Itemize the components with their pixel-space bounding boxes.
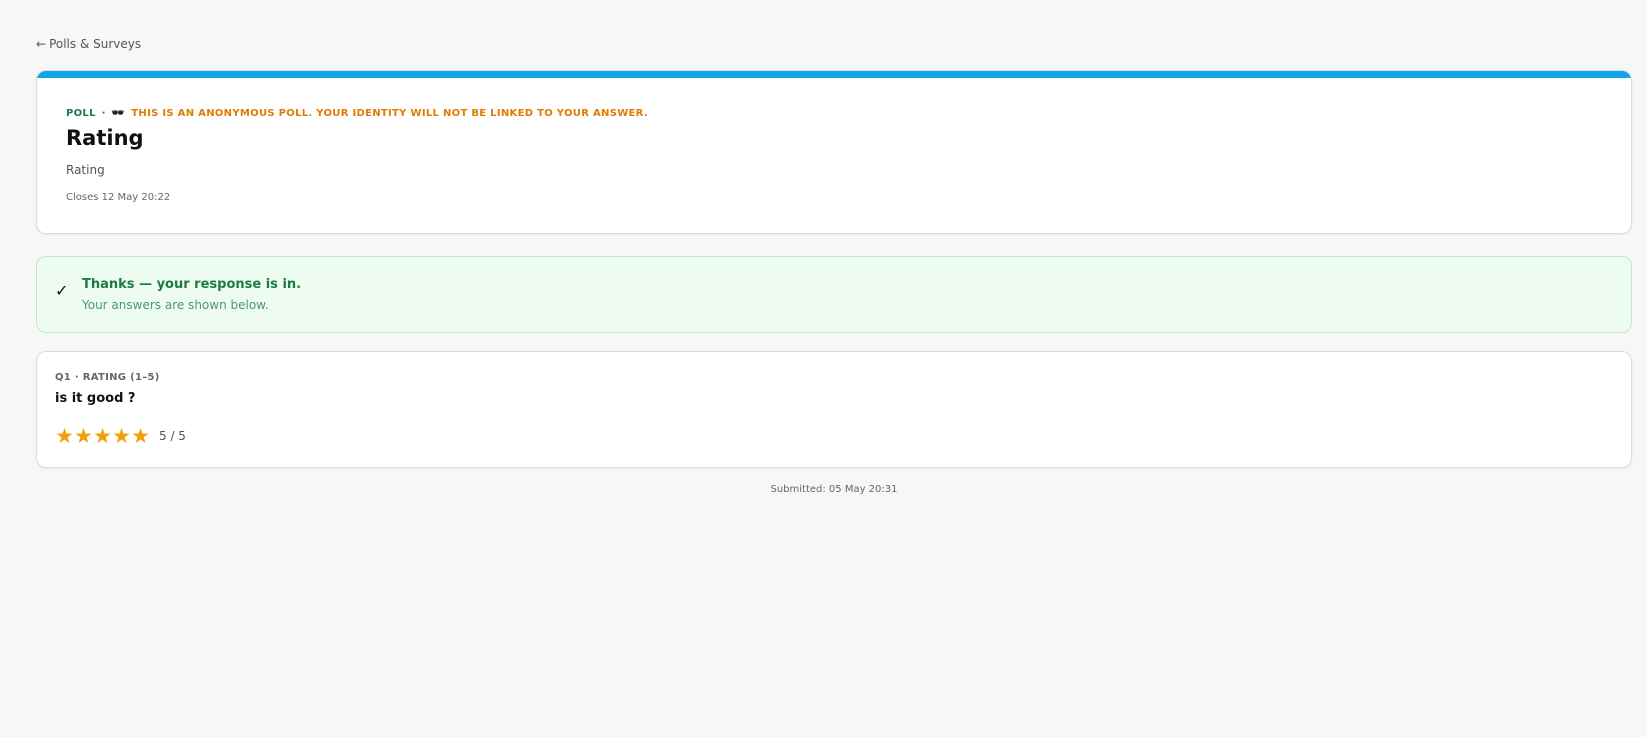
star-icon: ★ [55, 424, 74, 448]
star-icon: ★ [74, 424, 93, 448]
poll-accent-bar [37, 71, 1631, 78]
poll-close-time: Closes 12 May 20:22 [66, 192, 171, 203]
poll-header-card: POLL · 🕶 THIS IS AN ANONYMOUS POLL. YOUR… [36, 70, 1632, 234]
poll-type-label: POLL [66, 108, 96, 119]
anonymous-notice: THIS IS AN ANONYMOUS POLL. YOUR IDENTITY… [131, 108, 648, 119]
question-label: Q1 · RATING (1–5) [55, 372, 160, 383]
checkmark-icon: ✓ [55, 281, 69, 300]
question-text: is it good ? [55, 391, 136, 406]
back-link-label: Polls & Surveys [49, 37, 142, 51]
success-subtitle: Your answers are shown below. [82, 298, 269, 312]
dark-glasses-icon: 🕶 [111, 108, 125, 119]
poll-response-page: ← Polls & Surveys POLL · 🕶 THIS IS AN ANO… [0, 0, 1646, 737]
star-icon: ★ [131, 424, 150, 448]
submitted-timestamp: Submitted: 05 May 20:31 [770, 484, 898, 495]
rating-display: ★ ★ ★ ★ ★ 5 / 5 [55, 425, 186, 447]
success-title: Thanks — your response is in. [82, 277, 302, 292]
star-icon: ★ [112, 424, 131, 448]
meta-separator: · [101, 108, 106, 119]
back-arrow-icon: ← [36, 37, 47, 51]
rating-value: 5 / 5 [159, 429, 186, 443]
question-card: Q1 · RATING (1–5) is it good ? ★ ★ ★ ★ ★… [36, 351, 1632, 468]
star-icon: ★ [93, 424, 112, 448]
back-to-polls-link[interactable]: ← Polls & Surveys [36, 37, 141, 51]
poll-subtitle: Rating [66, 163, 105, 177]
poll-meta-line: POLL · 🕶 THIS IS AN ANONYMOUS POLL. YOUR… [66, 108, 648, 119]
submission-success-banner: ✓ Thanks — your response is in. Your ans… [36, 256, 1632, 333]
page-title: Rating [66, 126, 144, 150]
